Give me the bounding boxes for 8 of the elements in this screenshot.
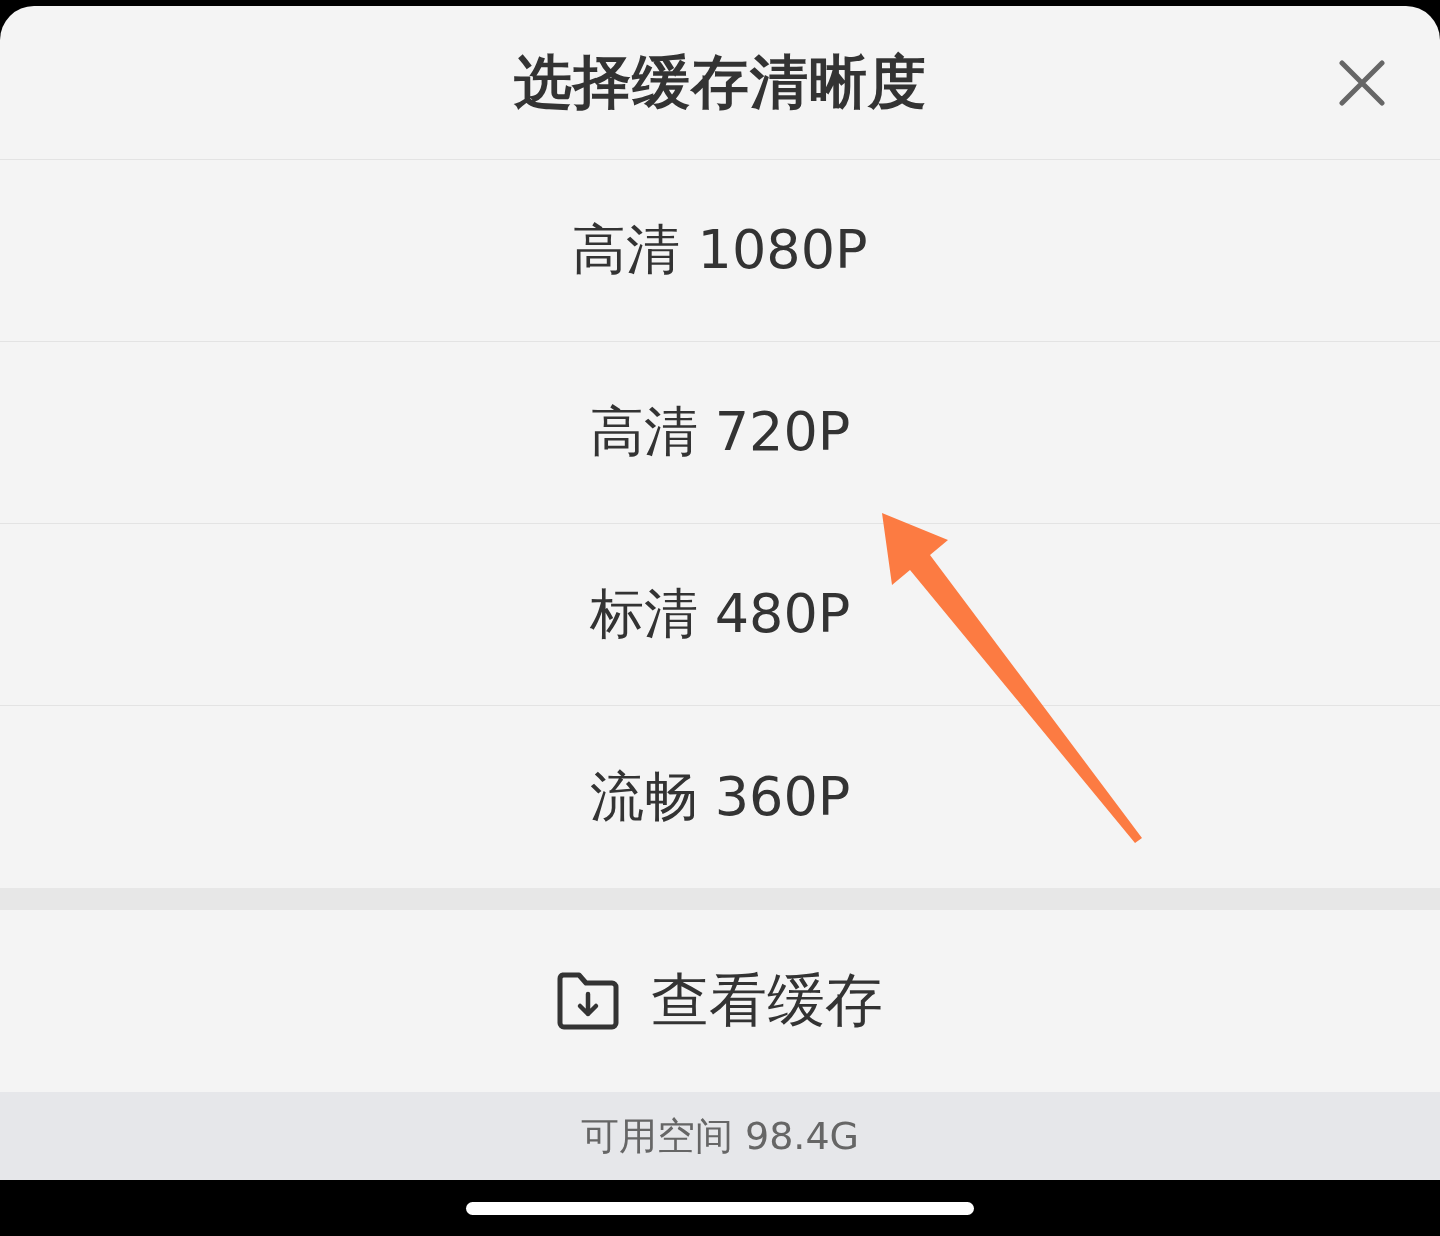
free-space-text: 可用空间 98.4G [580, 1112, 860, 1160]
sheet-title: 选择缓存清晰度 [513, 46, 927, 118]
quality-option[interactable]: 高清 1080P [0, 160, 1440, 342]
folder-download-icon [557, 972, 619, 1030]
close-button[interactable] [1339, 59, 1385, 106]
quality-option[interactable]: 流畅 360P [0, 706, 1440, 888]
close-icon [1339, 59, 1385, 106]
view-cache-button[interactable]: 查看缓存 [0, 910, 1440, 1092]
